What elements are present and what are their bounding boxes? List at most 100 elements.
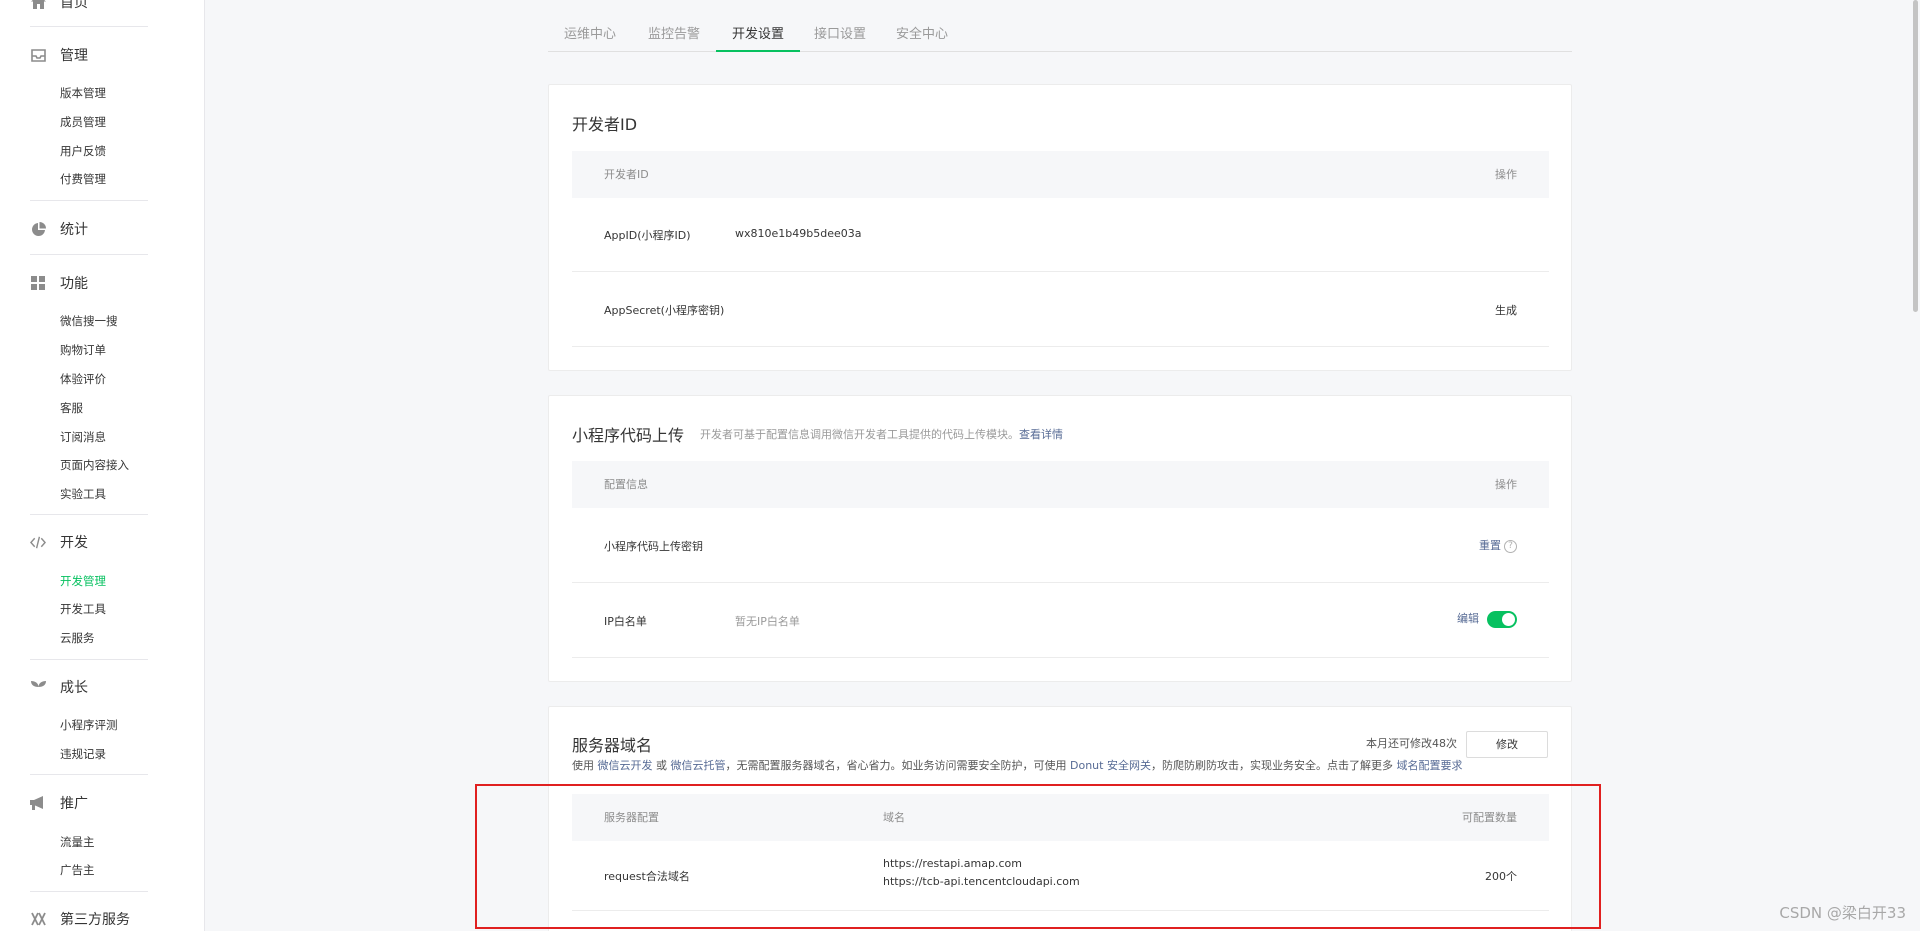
sidebar-home[interactable]: 首页 — [30, 0, 88, 12]
cloud-hosting-link[interactable]: 微信云托管 — [671, 759, 726, 772]
tab-security[interactable]: 安全中心 — [894, 24, 950, 52]
tab-monitoring[interactable]: 监控告警 — [646, 24, 702, 52]
help-icon[interactable]: ? — [1504, 539, 1517, 553]
home-icon — [30, 0, 46, 10]
appid-value[interactable]: wx810e1b49b5dee03a — [735, 227, 861, 240]
sidebar-divider — [30, 774, 148, 775]
developer-id-card: 开发者ID 开发者ID 操作 AppID(小程序ID) wx810e1b49b5… — [548, 84, 1572, 371]
grid-icon — [30, 275, 46, 291]
sidebar-item-advertiser[interactable]: 广告主 — [60, 862, 95, 878]
ip-whitelist-actions: 编辑 — [1457, 610, 1517, 628]
code-upload-desc: 开发者可基于配置信息调用微信开发者工具提供的代码上传模块。查看详情 — [700, 426, 1063, 442]
ip-whitelist-value: 暂无IP白名单 — [735, 615, 800, 628]
reset-key-group: 重置? — [1479, 537, 1517, 553]
sidebar-group-stats-label: 统计 — [60, 222, 88, 238]
sidebar-group-growth-label: 成长 — [60, 680, 88, 696]
developer-id-table-header: 开发者ID 操作 — [572, 151, 1549, 198]
sidebar-group-third-party[interactable]: 第三方服务 — [30, 909, 130, 929]
server-domain-title: 服务器域名 — [572, 736, 653, 755]
view-details-link[interactable]: 查看详情 — [1019, 428, 1063, 441]
desc-text: ，防爬防刷防攻击，实现业务安全。点击了解更多 — [1150, 759, 1397, 772]
code-upload-desc-text: 开发者可基于配置信息调用微信开发者工具提供的代码上传模块。 — [700, 428, 1019, 441]
sidebar-item-subscribe[interactable]: 订阅消息 — [60, 429, 106, 445]
tab-ops-center[interactable]: 运维中心 — [564, 24, 616, 52]
reset-key-link[interactable]: 重置 — [1479, 539, 1501, 552]
appid-row: AppID(小程序ID) wx810e1b49b5dee03a — [572, 198, 1549, 272]
code-icon — [30, 534, 46, 550]
inbox-icon — [30, 47, 46, 63]
sidebar-group-promo-label: 推广 — [60, 796, 88, 812]
sidebar-item-service[interactable]: 客服 — [60, 400, 83, 416]
developer-id-title: 开发者ID — [572, 115, 638, 134]
tab-api-settings[interactable]: 接口设置 — [812, 24, 868, 52]
sidebar-group-dev[interactable]: 开发 — [30, 532, 88, 552]
upload-key-label: 小程序代码上传密钥 — [604, 540, 703, 553]
desc-text: 或 — [652, 759, 671, 772]
page-scrollbar[interactable] — [1910, 0, 1920, 931]
sidebar-item-version[interactable]: 版本管理 — [60, 85, 106, 101]
sidebar-group-features[interactable]: 功能 — [30, 273, 88, 293]
sidebar-divider — [30, 254, 148, 255]
whitelist-toggle[interactable] — [1487, 610, 1517, 628]
sidebar-item-orders[interactable]: 购物订单 — [60, 342, 106, 358]
sidebar-home-label: 首页 — [60, 0, 88, 11]
third-party-icon — [30, 911, 46, 927]
domain-requirements-link[interactable]: 域名配置要求 — [1396, 759, 1462, 772]
highlight-box — [475, 784, 1601, 929]
sidebar-item-members[interactable]: 成员管理 — [60, 114, 106, 130]
desc-text: ，无需配置服务器域名，省心省力。如业务访问需要安全防护，可使用 — [725, 759, 1070, 772]
donut-gateway-link[interactable]: Donut 安全网关 — [1070, 759, 1151, 772]
header-config-info: 配置信息 — [604, 478, 648, 491]
sidebar-group-manage[interactable]: 管理 — [30, 45, 88, 65]
sidebar-divider — [30, 514, 148, 515]
sidebar-item-search[interactable]: 微信搜一搜 — [60, 313, 118, 329]
settings-tabs: 运维中心 监控告警 开发设置 接口设置 安全中心 — [548, 24, 1572, 52]
pie-chart-icon — [30, 221, 46, 237]
upload-table-header: 配置信息 操作 — [572, 461, 1549, 508]
header-actions: 操作 — [1495, 478, 1517, 491]
appsecret-row: AppSecret(小程序密钥) 生成 — [572, 272, 1549, 347]
sidebar-item-evaluation[interactable]: 小程序评测 — [60, 717, 118, 733]
sidebar-item-dev-tools[interactable]: 开发工具 — [60, 601, 106, 617]
sidebar-divider — [30, 659, 148, 660]
upload-key-row: 小程序代码上传密钥 重置? — [572, 508, 1549, 583]
sidebar-divider — [30, 26, 148, 27]
sidebar: 首页 管理 版本管理 成员管理 用户反馈 付费管理 统计 功能 微信搜一搜 购物… — [0, 0, 205, 931]
sidebar-group-stats[interactable]: 统计 — [30, 219, 88, 239]
sidebar-item-cloud[interactable]: 云服务 — [60, 630, 95, 646]
sidebar-group-growth[interactable]: 成长 — [30, 677, 88, 697]
ip-whitelist-row: IP白名单 暂无IP白名单 编辑 — [572, 583, 1549, 658]
generate-secret-link[interactable]: 生成 — [1495, 302, 1517, 318]
sprout-icon — [30, 679, 46, 695]
sidebar-item-traffic[interactable]: 流量主 — [60, 834, 95, 850]
sidebar-divider — [30, 891, 148, 892]
tab-dev-settings[interactable]: 开发设置 — [716, 24, 800, 52]
sidebar-item-payment[interactable]: 付费管理 — [60, 171, 106, 187]
sidebar-group-promo[interactable]: 推广 — [30, 793, 88, 813]
sidebar-group-features-label: 功能 — [60, 276, 88, 292]
watermark: CSDN @梁白开33 — [1779, 904, 1906, 922]
header-actions: 操作 — [1495, 168, 1517, 181]
sidebar-group-dev-label: 开发 — [60, 535, 88, 551]
modify-button[interactable]: 修改 — [1466, 731, 1548, 758]
modify-quota-text: 本月还可修改48次 — [1366, 737, 1457, 750]
sidebar-item-reviews[interactable]: 体验评价 — [60, 371, 106, 387]
header-developer-id: 开发者ID — [604, 168, 649, 181]
sidebar-divider — [30, 200, 148, 201]
server-domain-desc: 使用 微信云开发 或 微信云托管，无需配置服务器域名，省心省力。如业务访问需要安… — [572, 757, 1462, 773]
code-upload-title: 小程序代码上传 — [572, 426, 685, 445]
sidebar-item-violations[interactable]: 违规记录 — [60, 746, 106, 762]
sidebar-item-page-content[interactable]: 页面内容接入 — [60, 457, 129, 473]
megaphone-icon — [30, 795, 46, 811]
ip-whitelist-label: IP白名单 — [604, 615, 647, 628]
appsecret-label: AppSecret(小程序密钥) — [604, 304, 725, 317]
desc-text: 使用 — [572, 759, 598, 772]
edit-whitelist-link[interactable]: 编辑 — [1457, 612, 1479, 625]
appid-label: AppID(小程序ID) — [604, 229, 691, 242]
cloud-dev-link[interactable]: 微信云开发 — [598, 759, 653, 772]
sidebar-item-experiment[interactable]: 实验工具 — [60, 486, 106, 502]
sidebar-item-dev-manage[interactable]: 开发管理 — [60, 573, 106, 589]
code-upload-card: 小程序代码上传 开发者可基于配置信息调用微信开发者工具提供的代码上传模块。查看详… — [548, 395, 1572, 682]
scrollbar-thumb[interactable] — [1913, 0, 1918, 312]
sidebar-item-feedback[interactable]: 用户反馈 — [60, 143, 106, 159]
